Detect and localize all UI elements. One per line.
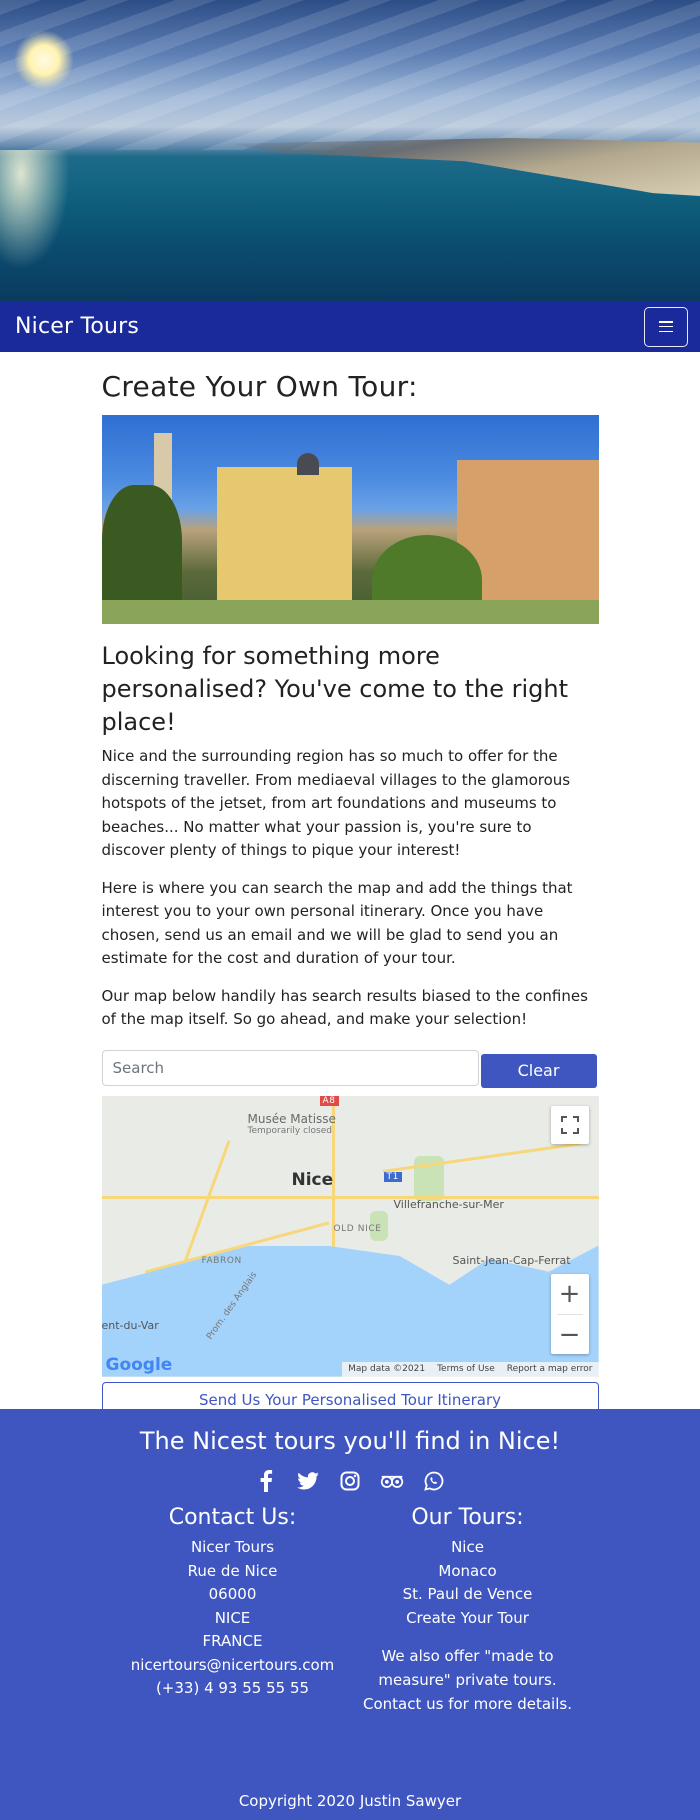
- intro-paragraph-1: Nice and the surrounding region has so m…: [101, 747, 571, 859]
- tours-heading: Our Tours:: [411, 1505, 524, 1530]
- contact-street: Rue de Nice: [187, 1561, 278, 1580]
- map-label-musee-sub: Temporarily closed: [247, 1125, 333, 1136]
- map-label-t1: T1: [383, 1171, 402, 1182]
- map-fullscreen-button[interactable]: [550, 1105, 589, 1144]
- map-label-du-var: ent-du-Var: [101, 1318, 159, 1332]
- map-search-input[interactable]: [101, 1049, 479, 1086]
- tours-note: We also offer "made to measure" private …: [363, 1647, 572, 1713]
- map-label-musee[interactable]: Musée Matisse: [248, 1112, 336, 1126]
- map-road: [101, 1195, 599, 1199]
- tour-link-nice[interactable]: Nice: [350, 1536, 585, 1560]
- hero-sea-glare: [0, 150, 70, 270]
- intro-paragraph-3: Our map below handily has search results…: [101, 986, 588, 1029]
- clear-button[interactable]: Clear: [480, 1053, 597, 1088]
- tour-link-st-paul[interactable]: St. Paul de Vence: [350, 1583, 585, 1607]
- contact-country: FRANCE: [202, 1632, 263, 1650]
- footer-columns: Contact Us: Nicer Tours Rue de Nice 0600…: [0, 1505, 700, 1716]
- twitter-icon[interactable]: [296, 1469, 320, 1493]
- brand-link[interactable]: Nicer Tours: [15, 314, 139, 339]
- map-label-villefranche: Villefranche-sur-Mer: [393, 1197, 504, 1211]
- feature-image: [101, 415, 599, 624]
- contact-name: Nicer Tours: [190, 1538, 275, 1556]
- contact-phone-link[interactable]: (+33) 4 93 55 55 55: [115, 1677, 350, 1701]
- contact-heading: Contact Us:: [168, 1505, 297, 1530]
- section-subhead: Looking for something more personalised?…: [101, 642, 569, 736]
- fullscreen-icon: [560, 1115, 579, 1134]
- tripadvisor-icon[interactable]: [380, 1469, 404, 1493]
- map-label-old-nice: OLD NICE: [333, 1223, 382, 1234]
- navbar: Nicer Tours: [0, 301, 700, 352]
- tours-column: Our Tours: Nice Monaco St. Paul de Vence…: [350, 1505, 585, 1716]
- map-label-a8: A8: [319, 1095, 339, 1106]
- map-road: [382, 1141, 581, 1173]
- map-label-saint-jean: Saint-Jean-Cap-Ferrat: [452, 1253, 571, 1267]
- feature-dome: [296, 453, 319, 475]
- main-content: Create Your Own Tour: Looking for someth…: [101, 370, 599, 1419]
- contact-postcode: 06000: [208, 1585, 257, 1603]
- map-zoom-control: + −: [550, 1273, 589, 1355]
- zoom-out-button[interactable]: −: [551, 1315, 589, 1355]
- menu-toggle-button[interactable]: [644, 306, 688, 347]
- hero-clouds: [0, 0, 700, 150]
- map-label-fabron: FABRON: [201, 1255, 242, 1266]
- map-attribution: Map data ©2021 Terms of Use Report a map…: [342, 1361, 599, 1377]
- page-title: Create Your Own Tour:: [101, 370, 418, 403]
- map-label-nice: Nice: [291, 1169, 334, 1190]
- contact-column: Contact Us: Nicer Tours Rue de Nice 0600…: [115, 1505, 350, 1716]
- hero-sun: [14, 30, 74, 90]
- footer: The Nicest tours you'll find in Nice! Co…: [0, 1409, 700, 1820]
- facebook-icon[interactable]: [254, 1469, 278, 1493]
- zoom-in-button[interactable]: +: [551, 1274, 589, 1314]
- hero-coastline: [230, 138, 700, 196]
- hamburger-icon: [659, 321, 673, 332]
- whatsapp-icon[interactable]: [422, 1469, 446, 1493]
- intro-paragraph-2: Here is where you can search the map and…: [101, 878, 573, 968]
- terms-link[interactable]: Terms of Use: [431, 1364, 501, 1374]
- copyright: Copyright 2020 Justin Sawyer: [238, 1792, 462, 1810]
- feature-building-yellow: [216, 467, 352, 607]
- map[interactable]: Musée Matisse Temporarily closed Nice OL…: [101, 1095, 599, 1377]
- map-data-text: Map data ©2021: [348, 1364, 426, 1374]
- map-search-row: Clear: [101, 1048, 599, 1088]
- contact-city: NICE: [214, 1608, 251, 1627]
- tour-link-monaco[interactable]: Monaco: [350, 1560, 585, 1584]
- contact-email-link[interactable]: nicertours@nicertours.com: [115, 1654, 350, 1678]
- feature-grass: [101, 600, 599, 624]
- hero-image: [0, 0, 700, 301]
- footer-tagline: The Nicest tours you'll find in Nice!: [139, 1427, 561, 1455]
- instagram-icon[interactable]: [338, 1469, 362, 1493]
- tour-link-create[interactable]: Create Your Tour: [350, 1607, 585, 1631]
- report-error-link[interactable]: Report a map error: [501, 1364, 599, 1374]
- google-logo[interactable]: Google: [106, 1355, 173, 1375]
- social-links: [0, 1469, 700, 1493]
